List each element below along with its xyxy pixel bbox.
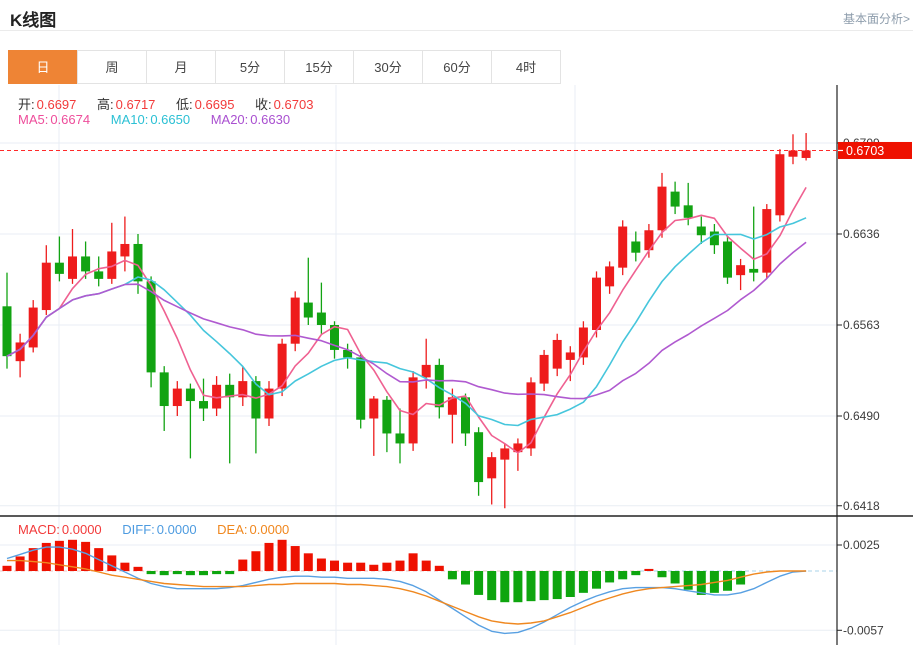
high-value: 高:0.6717 (97, 97, 155, 112)
page-header: K线图 基本面分析> (0, 0, 913, 31)
ohlc-info-row: 开:0.6697 高:0.6717 低:0.6695 收:0.6703 (18, 94, 330, 113)
tab-4hour[interactable]: 4时 (491, 50, 561, 84)
tab-15min[interactable]: 15分 (284, 50, 354, 84)
svg-text:0.6636: 0.6636 (843, 227, 880, 241)
tab-60min[interactable]: 60分 (422, 50, 492, 84)
svg-text:0.6703: 0.6703 (846, 144, 884, 158)
svg-text:0.0025: 0.0025 (843, 538, 880, 552)
low-value: 低:0.6695 (176, 97, 234, 112)
tab-month[interactable]: 月 (146, 50, 216, 84)
tab-5min[interactable]: 5分 (215, 50, 285, 84)
ma-info-row: MA5:0.6674 MA10:0.6650 MA20:0.6630 (18, 112, 307, 127)
ma10-value: MA10:0.6650 (111, 112, 190, 127)
kline-app: 0.67090.66360.65630.64900.64180.0025-0.0… (0, 0, 913, 645)
dea-value: DEA:0.0000 (217, 522, 289, 537)
macd-value: MACD:0.0000 (18, 522, 102, 537)
svg-text:0.6490: 0.6490 (843, 409, 880, 423)
period-tabs: 日 周 月 5分 15分 30分 60分 4时 (8, 50, 561, 84)
fundamental-analysis-link[interactable]: 基本面分析> (843, 10, 910, 27)
open-value: 开:0.6697 (18, 97, 76, 112)
tab-day[interactable]: 日 (8, 50, 78, 84)
tab-30min[interactable]: 30分 (353, 50, 423, 84)
ma20-value: MA20:0.6630 (211, 112, 290, 127)
page-title: K线图 (10, 6, 56, 31)
diff-value: DIFF:0.0000 (122, 522, 196, 537)
ma5-value: MA5:0.6674 (18, 112, 90, 127)
svg-text:0.6418: 0.6418 (843, 499, 880, 513)
macd-info-row: MACD:0.0000 DIFF:0.0000 DEA:0.0000 (18, 522, 306, 537)
tab-week[interactable]: 周 (77, 50, 147, 84)
svg-text:-0.0057: -0.0057 (843, 623, 884, 637)
svg-text:0.6563: 0.6563 (843, 318, 880, 332)
close-value: 收:0.6703 (255, 97, 313, 112)
